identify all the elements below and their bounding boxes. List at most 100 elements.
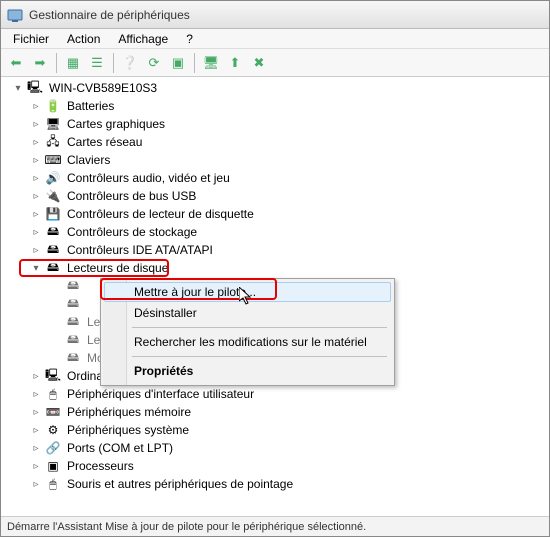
tree-row-label: Processeurs [65, 459, 136, 473]
toolbar-forward-button[interactable]: ➡ [29, 52, 51, 74]
expand-icon[interactable]: ▹ [29, 441, 43, 455]
root-icon: 🖳 [27, 80, 43, 96]
menu-affichage[interactable]: Affichage [110, 30, 176, 48]
tree-row-label: Cartes réseau [65, 135, 144, 149]
refresh-icon: ⟳ [149, 55, 160, 71]
collapse-icon[interactable]: ▾ [11, 81, 25, 95]
expand-icon[interactable]: ▹ [29, 387, 43, 401]
statusbar-text: Démarre l'Assistant Mise à jour de pilot… [7, 521, 366, 533]
collapse-icon[interactable]: ▾ [29, 261, 43, 275]
expand-icon[interactable]: ▹ [29, 243, 43, 257]
expand-icon[interactable]: ▹ [29, 189, 43, 203]
toolbar-stop-button[interactable]: ▣ [167, 52, 189, 74]
toolbar-back-button[interactable]: ⬅ [5, 52, 27, 74]
port-icon: 🔗 [45, 440, 61, 456]
tree-category[interactable]: ▹🖱 Périphériques d'interface utilisateur [5, 385, 545, 403]
tree-category[interactable]: ▹🖴Contrôleurs IDE ATA/ATAPI [5, 241, 545, 259]
app-icon [7, 7, 23, 23]
toolbar-scan-hardware-button[interactable]: 🖥 [200, 52, 222, 74]
device-manager-window: Gestionnaire de périphériques Fichier Ac… [0, 0, 550, 537]
uninstall-icon: ✖ [254, 55, 265, 71]
tree-category[interactable]: ▹📼 Périphériques mémoire [5, 403, 545, 421]
context-menu-item[interactable]: Propriétés [104, 360, 391, 382]
forward-icon: ➡ [35, 55, 46, 71]
hid-icon: 🖱 [45, 386, 61, 402]
system-icon: ⚙ [45, 422, 61, 438]
tree-row-label: Contrôleurs de stockage [65, 225, 199, 239]
tree-category[interactable]: ▹🖥Cartes graphiques [5, 115, 545, 133]
tree-row-label: Périphériques d'interface utilisateur [65, 387, 256, 401]
disk-icon: 🖴 [65, 296, 81, 312]
expand-icon[interactable]: ▹ [29, 153, 43, 167]
disk-icon: 🖴 [45, 260, 61, 276]
disk-icon: 🖴 [65, 332, 81, 348]
tree-row-label: Cartes graphiques [65, 117, 167, 131]
tree-row-label: Souris et autres périphériques de pointa… [65, 477, 295, 491]
expand-icon[interactable]: ▹ [29, 117, 43, 131]
memory-icon: 📼 [45, 404, 61, 420]
tree-category[interactable]: ▹⌨Claviers [5, 151, 545, 169]
context-menu-label: Propriétés [134, 364, 193, 378]
tree-category[interactable]: ▹🖧Cartes réseau [5, 133, 545, 151]
floppy-ctrl-icon: 💾 [45, 206, 61, 222]
menubar: Fichier Action Affichage ? [1, 29, 549, 49]
battery-icon: 🔋 [45, 98, 61, 114]
expand-icon[interactable]: ▹ [29, 99, 43, 113]
toolbar-uninstall-button[interactable]: ✖ [248, 52, 270, 74]
expand-icon[interactable]: ▹ [29, 225, 43, 239]
toolbar: ⬅ ➡ ▦☰ ❔ ⟳ ▣ 🖥⬆ ✖ [1, 49, 549, 77]
expand-icon[interactable]: ▹ [29, 135, 43, 149]
context-menu: Mettre à jour le pilote... Désinstaller Re… [100, 278, 395, 386]
tree-root[interactable]: ▾🖳 WIN-CVB589E10S3 [5, 79, 545, 97]
back-icon: ⬅ [11, 55, 22, 71]
tree-category[interactable]: ▹🖱 Souris et autres périphériques de poin… [5, 475, 545, 493]
expand-icon[interactable]: ▹ [29, 405, 43, 419]
toolbar-refresh-button[interactable]: ⟳ [143, 52, 165, 74]
tree-row-label: Ports (COM et LPT) [65, 441, 175, 455]
expand-icon[interactable]: ▹ [29, 477, 43, 491]
tree-category[interactable]: ▾🖴Lecteurs de disque [5, 259, 545, 277]
tree-category[interactable]: ▹🔊Contrôleurs audio, vidéo et jeu [5, 169, 545, 187]
help-icon: ❔ [122, 55, 138, 71]
tree-category[interactable]: ▹🔌 Contrôleurs de bus USB [5, 187, 545, 205]
context-menu-label: Rechercher les modifications sur le maté… [134, 335, 367, 349]
expand-icon[interactable]: ▹ [29, 207, 43, 221]
toolbar-show-hidden-button[interactable]: ▦ [62, 52, 84, 74]
menu-aide[interactable]: ? [178, 30, 201, 48]
toolbar-separator [194, 53, 195, 73]
expand-icon[interactable]: ▹ [29, 459, 43, 473]
scan-hardware-icon: 🖥 [203, 55, 220, 71]
content-pane: ▾🖳WIN-CVB589E10S3▹🔋Batteries▹🖥Cartes gra… [1, 77, 549, 516]
toolbar-properties-button[interactable]: ☰ [86, 52, 108, 74]
tree-category[interactable]: ▹🔋Batteries [5, 97, 545, 115]
toolbar-help-button[interactable]: ❔ [119, 52, 141, 74]
tree-category[interactable]: ▹🖴Contrôleurs de stockage [5, 223, 545, 241]
tree-category[interactable]: ▹💾 Contrôleurs de lecteur de disquette [5, 205, 545, 223]
usb-icon: 🔌 [45, 188, 61, 204]
context-menu-label: Mettre à jour le pilote... [134, 285, 256, 299]
disk-icon: 🖴 [65, 278, 81, 294]
expand-icon[interactable]: ▹ [29, 369, 43, 383]
context-menu-item[interactable]: Mettre à jour le pilote... [104, 282, 391, 302]
context-menu-label: Désinstaller [134, 306, 197, 320]
stop-icon: ▣ [172, 55, 184, 71]
computer-icon: 🖳 [45, 368, 61, 384]
context-menu-item[interactable]: Désinstaller [104, 302, 391, 324]
tree-category[interactable]: ▹▣Processeurs [5, 457, 545, 475]
expand-icon[interactable]: ▹ [29, 423, 43, 437]
menu-fichier[interactable]: Fichier [5, 30, 57, 48]
expand-icon[interactable]: ▹ [29, 171, 43, 185]
toolbar-update-driver-button[interactable]: ⬆ [224, 52, 246, 74]
tree-category[interactable]: ▹🔗 Ports (COM et LPT) [5, 439, 545, 457]
sound-icon: 🔊 [45, 170, 61, 186]
tree-row-label: WIN-CVB589E10S3 [47, 81, 159, 95]
ide-icon: 🖴 [45, 242, 61, 258]
context-menu-item[interactable]: Rechercher les modifications sur le maté… [104, 331, 391, 353]
tree-row-label: Contrôleurs de lecteur de disquette [65, 207, 256, 221]
tree-row-label: Contrôleurs de bus USB [65, 189, 198, 203]
tree-row-label: Périphériques mémoire [65, 405, 193, 419]
tree-category[interactable]: ▹⚙Périphériques système [5, 421, 545, 439]
disk-icon: 🖴 [65, 314, 81, 330]
menu-action[interactable]: Action [59, 30, 108, 48]
mouse-icon: 🖱 [45, 476, 61, 492]
